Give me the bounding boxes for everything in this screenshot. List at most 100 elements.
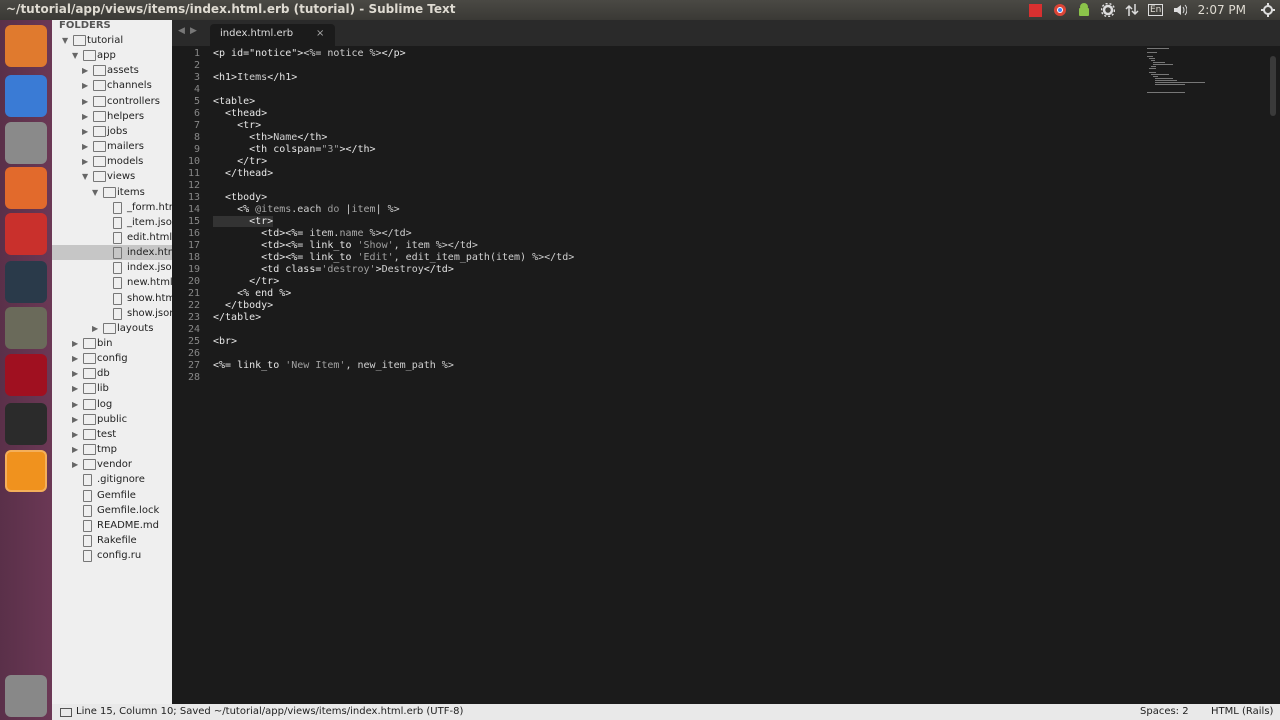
code-line[interactable]: <% @items.each do |item| %>	[213, 204, 400, 215]
folder-item[interactable]: ▶ test	[52, 427, 172, 442]
power-gear-icon[interactable]	[1256, 0, 1280, 20]
file-manager-icon[interactable]	[5, 122, 47, 164]
file-item[interactable]: show.html	[52, 291, 172, 306]
folder-item[interactable]: ▶ bin	[52, 336, 172, 351]
chevron-right-icon[interactable]: ▶	[82, 109, 90, 124]
code-line[interactable]: <br>	[213, 336, 237, 347]
folder-item[interactable]: ▶ jobs	[52, 124, 172, 139]
chevron-right-icon[interactable]: ▶	[82, 124, 90, 139]
settings-icon[interactable]	[5, 213, 47, 255]
file-item[interactable]: .gitignore	[52, 472, 172, 487]
chevron-down-icon[interactable]: ▼	[92, 185, 100, 200]
tab-nav-right-icon[interactable]: ▶	[190, 26, 197, 36]
code-line[interactable]: <tr>	[213, 216, 274, 227]
network-updown-icon[interactable]	[1120, 0, 1144, 20]
folder-item[interactable]: ▶ db	[52, 366, 172, 381]
file-item[interactable]: Gemfile	[52, 488, 172, 503]
panel-toggle-icon[interactable]	[60, 708, 72, 717]
chevron-down-icon[interactable]: ▼	[72, 48, 80, 63]
code-line[interactable]: </tbody>	[213, 300, 273, 311]
chrome-indicator-icon[interactable]	[1048, 0, 1072, 20]
code-line[interactable]: </tr>	[213, 276, 279, 287]
chevron-right-icon[interactable]: ▶	[72, 351, 80, 366]
code-line[interactable]: <table>	[213, 96, 255, 107]
gimp-icon[interactable]	[5, 307, 47, 349]
file-item[interactable]: Rakefile	[52, 533, 172, 548]
code-line[interactable]: <td><%= link_to 'Edit', edit_item_path(i…	[213, 252, 574, 263]
folder-item[interactable]: ▼ tutorial	[52, 33, 172, 48]
code-line[interactable]: <%= link_to 'New Item', new_item_path %>	[213, 360, 454, 371]
settings-indicator-icon[interactable]	[1096, 0, 1120, 20]
chevron-right-icon[interactable]: ▶	[82, 63, 90, 78]
folder-item[interactable]: ▶ layouts	[52, 321, 172, 336]
chevron-right-icon[interactable]: ▶	[72, 427, 80, 442]
minimap[interactable]	[1147, 48, 1207, 94]
code-line[interactable]: <tr>	[213, 120, 261, 131]
chevron-right-icon[interactable]: ▶	[72, 336, 80, 351]
code-line[interactable]: <% end %>	[213, 288, 291, 299]
folder-item[interactable]: ▶ log	[52, 397, 172, 412]
folder-item[interactable]: ▶ config	[52, 351, 172, 366]
code-line[interactable]: </thead>	[213, 168, 273, 179]
code-editor[interactable]: 1 2 3 4 5 6 7 8 9 10 11 12 13 14 15 16 17 18 19 20 21 22 23 24 2…	[172, 46, 1280, 704]
folder-item[interactable]: ▼ app	[52, 48, 172, 63]
folder-item[interactable]: ▶ helpers	[52, 109, 172, 124]
file-item[interactable]: show.json	[52, 306, 172, 321]
file-item[interactable]: Gemfile.lock	[52, 503, 172, 518]
folder-item[interactable]: ▼ views	[52, 169, 172, 184]
tab-close-icon[interactable]: ×	[316, 28, 324, 39]
file-item[interactable]: _item.json	[52, 215, 172, 230]
folder-item[interactable]: ▼ items	[52, 185, 172, 200]
file-item[interactable]: README.md	[52, 518, 172, 533]
tab-nav-left-icon[interactable]: ◀	[178, 26, 185, 36]
file-item[interactable]: new.html.	[52, 275, 172, 290]
code-line[interactable]: <h1>Items</h1>	[213, 72, 297, 83]
code-line[interactable]: <th>Name</th>	[213, 132, 327, 143]
sublime-text-icon[interactable]	[5, 450, 47, 492]
indicator-red-icon[interactable]	[1024, 0, 1048, 20]
chevron-right-icon[interactable]: ▶	[72, 457, 80, 472]
folder-item[interactable]: ▶ vendor	[52, 457, 172, 472]
folder-item[interactable]: ▶ public	[52, 412, 172, 427]
chevron-right-icon[interactable]: ▶	[92, 321, 100, 336]
tab-index-html-erb[interactable]: index.html.erb ×	[210, 24, 335, 46]
ubuntu-dash-icon[interactable]	[5, 25, 47, 67]
chevron-right-icon[interactable]: ▶	[72, 381, 80, 396]
code-line[interactable]: <tbody>	[213, 192, 267, 203]
keyboard-layout-icon[interactable]: En	[1144, 0, 1168, 20]
chevron-right-icon[interactable]: ▶	[72, 366, 80, 381]
android-indicator-icon[interactable]	[1072, 0, 1096, 20]
chevron-right-icon[interactable]: ▶	[72, 397, 80, 412]
folder-item[interactable]: ▶ lib	[52, 381, 172, 396]
file-item[interactable]: edit.html.	[52, 230, 172, 245]
code-line[interactable]: <thead>	[213, 108, 267, 119]
code-line[interactable]: </tr>	[213, 156, 267, 167]
folder-item[interactable]: ▶ controllers	[52, 94, 172, 109]
file-item[interactable]: index.json	[52, 260, 172, 275]
code-line[interactable]: <p id="notice"><%= notice %></p>	[213, 48, 406, 59]
code-line[interactable]: <th colspan="3"></th>	[213, 144, 375, 155]
chrome-icon[interactable]	[5, 75, 47, 117]
volume-icon[interactable]	[1168, 0, 1192, 20]
terminal-icon[interactable]	[5, 403, 47, 445]
software-center-icon[interactable]	[5, 167, 47, 209]
trash-icon[interactable]	[5, 675, 47, 717]
chevron-right-icon[interactable]: ▶	[82, 154, 90, 169]
indentation-setting[interactable]: Spaces: 2	[1140, 704, 1189, 720]
folder-item[interactable]: ▶ tmp	[52, 442, 172, 457]
chevron-right-icon[interactable]: ▶	[82, 94, 90, 109]
file-item[interactable]: config.ru	[52, 548, 172, 563]
clock[interactable]: 2:07 PM	[1192, 0, 1256, 20]
chevron-down-icon[interactable]: ▼	[62, 33, 70, 48]
folder-item[interactable]: ▶ models	[52, 154, 172, 169]
chevron-right-icon[interactable]: ▶	[82, 139, 90, 154]
syntax-selector[interactable]: HTML (Rails)	[1211, 704, 1273, 720]
chevron-down-icon[interactable]: ▼	[82, 169, 90, 184]
code-line[interactable]: <td><%= link_to 'Show', item %></td>	[213, 240, 478, 251]
folder-item[interactable]: ▶ assets	[52, 63, 172, 78]
code-line[interactable]: <td><%= item.name %></td>	[213, 228, 412, 239]
editor-scrollbar[interactable]	[1270, 56, 1276, 116]
code-line[interactable]: </table>	[213, 312, 261, 323]
code-line[interactable]: <td class='destroy'>Destroy</td>	[213, 264, 454, 275]
file-item[interactable]: index.htm	[52, 245, 172, 261]
